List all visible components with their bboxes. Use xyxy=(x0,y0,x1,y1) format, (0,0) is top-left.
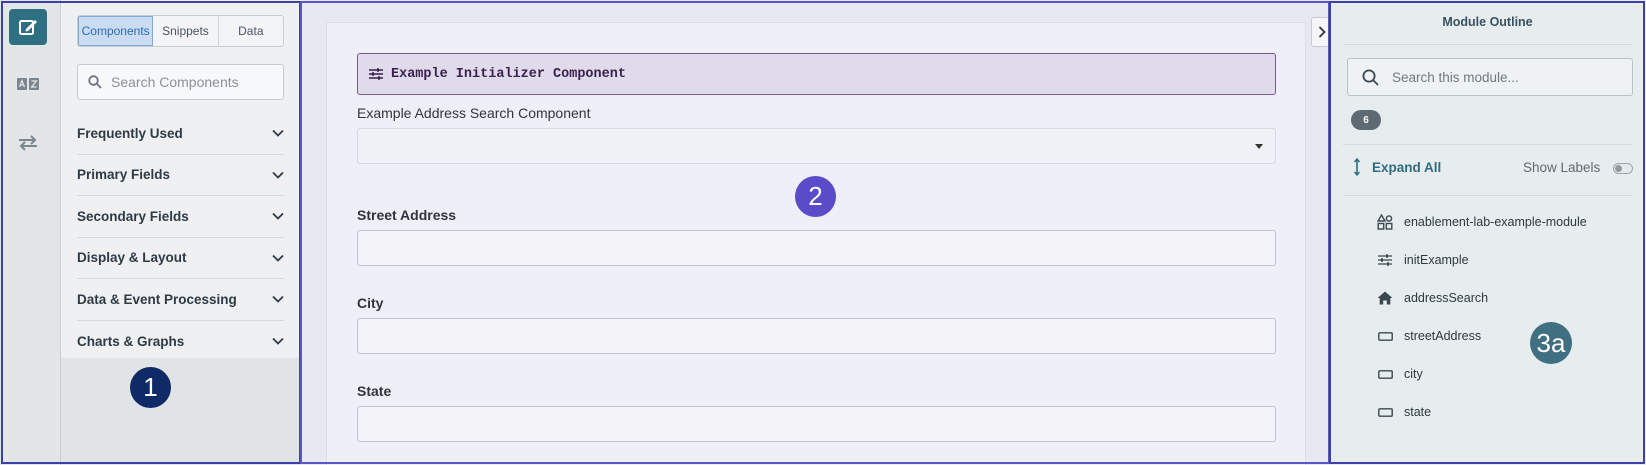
expand-all-button[interactable]: Expand All xyxy=(1354,158,1441,176)
icon-rail xyxy=(0,0,61,465)
initializer-component[interactable]: Example Initializer Component xyxy=(357,53,1276,95)
chevron-down-icon xyxy=(272,213,284,221)
tab-data[interactable]: Data xyxy=(219,16,283,46)
category-list: Frequently Used Primary Fields Secondary… xyxy=(77,113,284,362)
search-icon xyxy=(1362,69,1379,86)
textbox-icon xyxy=(1377,366,1393,382)
category-label: Secondary Fields xyxy=(77,208,189,224)
state-label: State xyxy=(357,383,392,399)
expand-all-label: Expand All xyxy=(1372,159,1442,175)
rail-translate-button[interactable] xyxy=(9,66,47,102)
address-search-select[interactable] xyxy=(357,128,1276,164)
expand-vertical-icon xyxy=(1354,158,1360,176)
category-charts-graphs[interactable]: Charts & Graphs xyxy=(77,321,284,363)
category-label: Charts & Graphs xyxy=(77,333,185,349)
outline-item-label: addressSearch xyxy=(1404,291,1489,305)
sliders-icon xyxy=(369,68,383,80)
initializer-label: Example Initializer Component xyxy=(391,66,626,82)
category-label: Frequently Used xyxy=(77,125,183,141)
callout-2: 2 xyxy=(795,176,836,217)
chevron-down-icon xyxy=(272,171,284,179)
textbox-icon xyxy=(1377,404,1393,420)
chevron-down-icon xyxy=(272,338,284,346)
chevron-down-icon xyxy=(272,296,284,304)
category-data-event-processing[interactable]: Data & Event Processing xyxy=(77,279,284,321)
outline-item-initexample[interactable]: initExample xyxy=(1377,252,1469,268)
component-library-panel: Components Snippets Data Frequently Used… xyxy=(61,0,301,465)
component-search-box xyxy=(77,64,284,100)
category-frequently-used[interactable]: Frequently Used xyxy=(77,113,284,155)
editor-canvas-area: Example Initializer Component Example Ad… xyxy=(301,0,1333,465)
divider xyxy=(1343,44,1632,45)
callout-1: 1 xyxy=(130,367,171,408)
address-search-label: Example Address Search Component xyxy=(357,105,591,121)
tab-components[interactable]: Components xyxy=(78,16,154,46)
street-address-input[interactable] xyxy=(357,230,1276,266)
callout-3a: 3a xyxy=(1530,322,1572,364)
result-count-badge: 6 xyxy=(1351,110,1381,130)
category-label: Data & Event Processing xyxy=(77,291,237,307)
city-input[interactable] xyxy=(357,318,1276,354)
chevron-down-icon xyxy=(272,130,284,138)
rail-swap-button[interactable] xyxy=(9,125,47,161)
rail-edit-button[interactable] xyxy=(9,9,47,45)
outline-item-label: initExample xyxy=(1404,253,1469,267)
textbox-icon xyxy=(1377,328,1393,344)
translate-icon xyxy=(17,78,39,90)
state-input[interactable] xyxy=(357,406,1276,442)
form-canvas: Example Initializer Component Example Ad… xyxy=(326,22,1306,465)
city-label: City xyxy=(357,295,384,311)
outline-search-input[interactable] xyxy=(1392,69,1622,85)
outline-item-streetaddress[interactable]: streetAddress xyxy=(1377,328,1481,344)
outline-item-label: city xyxy=(1404,367,1423,381)
outline-item-label: state xyxy=(1404,405,1432,419)
category-secondary-fields[interactable]: Secondary Fields xyxy=(77,196,284,238)
sliders-icon xyxy=(1377,252,1393,268)
module-shapes-icon xyxy=(1377,214,1393,230)
toggle-knob xyxy=(1615,165,1622,172)
edit-icon xyxy=(19,20,37,35)
show-labels-label: Show Labels xyxy=(1523,160,1601,175)
library-tabs: Components Snippets Data xyxy=(77,15,284,47)
street-address-label: Street Address xyxy=(357,207,457,223)
divider xyxy=(1343,195,1632,196)
outline-title: Module Outline xyxy=(1442,15,1533,29)
category-display-layout[interactable]: Display & Layout xyxy=(77,238,284,279)
chevron-right-icon xyxy=(1318,26,1326,38)
show-labels-toggle[interactable] xyxy=(1613,163,1633,174)
category-primary-fields[interactable]: Primary Fields xyxy=(77,155,284,196)
outline-item-module[interactable]: enablement-lab-example-module xyxy=(1377,214,1587,230)
outline-item-state[interactable]: state xyxy=(1377,404,1431,420)
divider xyxy=(1343,144,1632,145)
outline-item-label: streetAddress xyxy=(1404,329,1482,343)
caret-down-icon xyxy=(1255,144,1263,149)
category-label: Primary Fields xyxy=(77,167,171,183)
chevron-down-icon xyxy=(272,254,284,262)
component-search-input[interactable] xyxy=(111,74,271,90)
home-icon xyxy=(1377,290,1393,306)
category-label: Display & Layout xyxy=(77,250,187,266)
outline-search-box xyxy=(1347,58,1633,96)
tab-snippets[interactable]: Snippets xyxy=(153,16,219,46)
outline-item-label: enablement-lab-example-module xyxy=(1404,215,1587,229)
module-outline-panel: Module Outline 6 Expand All Show Labels xyxy=(1329,0,1646,465)
outline-item-city[interactable]: city xyxy=(1377,366,1423,382)
outline-item-addresssearch[interactable]: addressSearch xyxy=(1377,290,1488,306)
swap-arrows-icon xyxy=(19,135,37,151)
search-icon xyxy=(88,75,102,89)
